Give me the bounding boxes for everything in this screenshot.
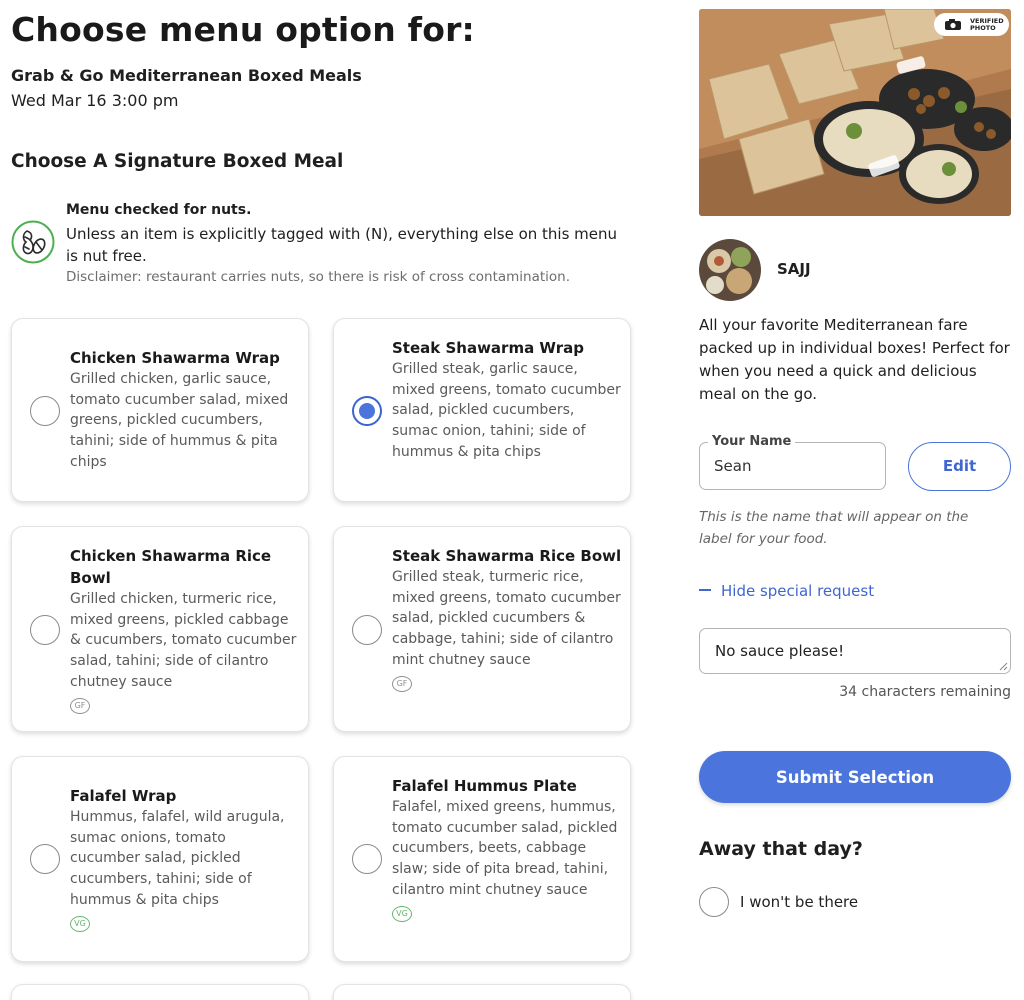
section-heading: Choose A Signature Boxed Meal	[11, 151, 344, 172]
menu-card-falafel-hummus-plate[interactable]: Falafel Hummus Plate Falafel, mixed gree…	[333, 756, 631, 962]
menu-item-description: Grilled steak, garlic sauce, mixed green…	[392, 361, 621, 460]
vegan-badge: VG	[70, 915, 90, 932]
menu-item-name: Steak Shawarma Wrap	[392, 339, 584, 357]
menu-card-partial[interactable]	[11, 984, 309, 1000]
menu-card-chicken-shawarma-wrap[interactable]: Chicken Shawarma Wrap Grilled chicken, g…	[11, 318, 309, 502]
verified-photo-badge: VERIFIED PHOTO	[934, 13, 1009, 36]
menu-item-description: Grilled steak, turmeric rice, mixed gree…	[392, 569, 621, 668]
away-option-label[interactable]: I won't be there	[740, 893, 858, 911]
nut-notice-text: Unless an item is explicitly tagged with…	[66, 225, 618, 265]
away-heading: Away that day?	[699, 838, 863, 860]
verified-line-2: PHOTO	[970, 24, 996, 32]
menu-item-name: Chicken Shawarma Rice Bowl	[70, 547, 272, 587]
menu-card-partial[interactable]	[333, 984, 631, 1000]
menu-card-steak-shawarma-rice-bowl[interactable]: Steak Shawarma Rice Bowl Grilled steak, …	[333, 526, 631, 732]
menu-item-name: Chicken Shawarma Wrap	[70, 349, 280, 367]
minus-icon	[699, 588, 711, 591]
page-title: Choose menu option for:	[11, 10, 475, 49]
your-name-field[interactable]: Your Name Sean	[699, 434, 886, 490]
radio-button[interactable]	[30, 844, 60, 874]
special-request-value[interactable]: No sauce please!	[715, 642, 844, 660]
menu-item-description: Falafel, mixed greens, hummus, tomato cu…	[392, 799, 618, 898]
event-name: Grab & Go Mediterranean Boxed Meals	[11, 66, 362, 85]
restaurant-description: All your favorite Mediterranean fare pac…	[699, 316, 1010, 403]
event-date: Wed Mar 16 3:00 pm	[11, 91, 179, 110]
your-name-label: Your Name	[708, 434, 796, 449]
nut-disclaimer: Disclaimer: restaurant carries nuts, so …	[66, 269, 571, 285]
nut-notice-title: Menu checked for nuts.	[66, 202, 252, 218]
your-name-value[interactable]: Sean	[714, 457, 751, 475]
restaurant-food-photo: VERIFIED PHOTO	[699, 9, 1011, 216]
camera-icon	[945, 19, 961, 30]
radio-button[interactable]	[352, 615, 382, 645]
menu-card-chicken-shawarma-rice-bowl[interactable]: Chicken Shawarma Rice Bowl Grilled chick…	[11, 526, 309, 732]
menu-card-steak-shawarma-wrap[interactable]: Steak Shawarma Wrap Grilled steak, garli…	[333, 318, 631, 502]
restaurant-name: SAJJ	[777, 260, 811, 278]
restaurant-avatar	[699, 239, 761, 301]
characters-remaining: 34 characters remaining	[839, 684, 1011, 700]
gluten-free-badge: GF	[70, 697, 90, 714]
name-hint: This is the name that will appear on the…	[699, 509, 969, 547]
vegan-badge: VG	[392, 905, 412, 922]
edit-name-button[interactable]: Edit	[908, 442, 1011, 491]
menu-item-name: Falafel Wrap	[70, 787, 177, 805]
special-request-textarea[interactable]: No sauce please!	[699, 628, 1011, 674]
submit-selection-button[interactable]: Submit Selection	[699, 751, 1011, 803]
hide-special-request-label: Hide special request	[721, 582, 875, 600]
radio-button[interactable]	[352, 844, 382, 874]
avatar-image	[699, 239, 761, 301]
radio-button[interactable]	[30, 396, 60, 426]
resize-handle-icon[interactable]	[998, 661, 1008, 671]
menu-item-description: Hummus, falafel, wild arugula, sumac oni…	[70, 809, 285, 908]
gluten-free-badge: GF	[392, 675, 412, 692]
hide-special-request-link[interactable]: Hide special request	[699, 582, 874, 600]
food-photo-illustration	[699, 9, 1011, 216]
nut-icon	[11, 220, 55, 264]
radio-button[interactable]	[30, 615, 60, 645]
menu-item-name: Steak Shawarma Rice Bowl	[392, 547, 622, 565]
menu-item-description: Grilled chicken, turmeric rice, mixed gr…	[70, 591, 297, 690]
radio-button-selected[interactable]	[352, 396, 382, 426]
away-radio-button[interactable]	[699, 887, 729, 917]
menu-item-description: Grilled chicken, garlic sauce, tomato cu…	[70, 371, 289, 470]
menu-item-name: Falafel Hummus Plate	[392, 777, 577, 795]
menu-card-falafel-wrap[interactable]: Falafel Wrap Hummus, falafel, wild arugu…	[11, 756, 309, 962]
